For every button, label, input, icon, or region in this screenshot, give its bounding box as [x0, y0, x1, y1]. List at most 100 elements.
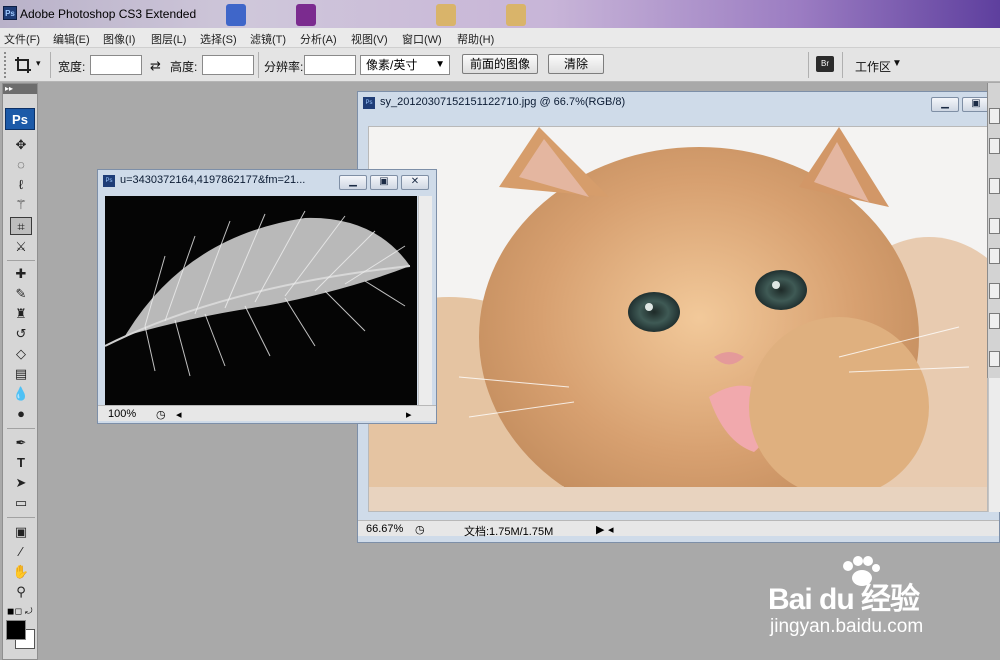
- crop-tool-icon[interactable]: ⌗: [10, 217, 32, 235]
- menu-layer[interactable]: 图层(L): [151, 31, 186, 47]
- document-size: 文档:1.75M/1.75M: [464, 526, 554, 538]
- pen-icon[interactable]: ✒: [10, 434, 32, 452]
- taskbar-icon: [226, 4, 246, 26]
- app-title: Adobe Photoshop CS3 Extended: [20, 7, 197, 21]
- eraser-icon[interactable]: ◇: [10, 345, 32, 363]
- crop-icon[interactable]: [14, 56, 32, 74]
- document-icon: Ps: [103, 175, 115, 187]
- scroll-right-icon[interactable]: ▸: [406, 408, 412, 421]
- close-button[interactable]: ✕: [401, 175, 429, 190]
- menu-help[interactable]: 帮助(H): [457, 31, 494, 47]
- status-menu-arrow-icon[interactable]: ▶: [596, 523, 604, 536]
- marquee-icon[interactable]: ◌: [10, 156, 32, 174]
- status-options-icon[interactable]: ◷: [156, 408, 166, 421]
- dodge-icon[interactable]: ●: [10, 405, 32, 423]
- workspace-label[interactable]: 工作区: [855, 58, 891, 75]
- width-field[interactable]: [90, 55, 142, 75]
- menu-filter[interactable]: 滤镜(T): [250, 31, 286, 47]
- tool-preset-arrow-icon[interactable]: ▾: [36, 58, 41, 69]
- menu-image[interactable]: 图像(I): [103, 31, 135, 47]
- notes-icon[interactable]: ▣: [10, 523, 32, 541]
- zoom-level[interactable]: 100%: [108, 408, 136, 420]
- zoom-icon[interactable]: ⚲: [10, 583, 32, 601]
- baidu-watermark: Bai du 经验 jingyan.baidu.com: [768, 556, 993, 656]
- menu-file[interactable]: 文件(F): [4, 31, 40, 47]
- height-field[interactable]: [202, 55, 254, 75]
- panel-icon[interactable]: [989, 351, 1000, 367]
- document-title: sy_20120307152151122710.jpg @ 66.7%(RGB/…: [380, 96, 626, 108]
- feather-photo: [105, 210, 411, 377]
- separator: [842, 52, 843, 78]
- menu-select[interactable]: 选择(S): [200, 31, 237, 47]
- app-titlebar: Ps Adobe Photoshop CS3 Extended: [0, 0, 1000, 28]
- separator: [7, 260, 35, 261]
- path-selection-icon[interactable]: ➤: [10, 474, 32, 492]
- zoom-level[interactable]: 66.67%: [366, 523, 403, 535]
- toolbox: ▸▸ Ps ✥ ◌ ℓ ⚚ ⌗ ⚔ ✚ ✎ ♜ ↺ ◇ ▤ 💧 ● ✒ T ➤ …: [2, 83, 38, 660]
- hand-icon[interactable]: ✋: [10, 563, 32, 581]
- width-label: 宽度:: [58, 60, 86, 74]
- bridge-icon[interactable]: Br: [816, 56, 834, 72]
- panel-icon[interactable]: [989, 248, 1000, 264]
- status-bar: 100% ◷ ◂ ▸: [98, 405, 436, 421]
- swap-icon[interactable]: ⇄: [150, 58, 161, 74]
- panel-icon[interactable]: [989, 138, 1000, 154]
- watermark-brand: Bai du 经验: [768, 583, 920, 616]
- resolution-unit-value: 像素/英寸: [366, 58, 418, 72]
- menu-window[interactable]: 窗口(W): [402, 31, 442, 47]
- cat-photo: [369, 127, 987, 511]
- maximize-button[interactable]: ▣: [370, 175, 398, 190]
- separator: [7, 428, 35, 429]
- front-image-button[interactable]: 前面的图像: [462, 54, 538, 74]
- taskbar-icon: [436, 4, 456, 26]
- minimize-button[interactable]: ▁: [931, 97, 959, 112]
- document-icon: Ps: [363, 97, 375, 109]
- menu-view[interactable]: 视图(V): [351, 31, 388, 47]
- menu-edit[interactable]: 编辑(E): [53, 31, 90, 47]
- resolution-field[interactable]: [304, 55, 356, 75]
- workspace-chevron-icon[interactable]: ▼: [892, 58, 902, 69]
- panel-icon[interactable]: [989, 313, 1000, 329]
- minimize-button[interactable]: ▁: [339, 175, 367, 190]
- shape-icon[interactable]: ▭: [10, 494, 32, 512]
- maximize-button[interactable]: ▣: [962, 97, 990, 112]
- status-options-icon[interactable]: ◷: [415, 523, 425, 536]
- height-label: 高度:: [170, 60, 198, 74]
- watermark-url: jingyan.baidu.com: [770, 616, 924, 637]
- default-colors-icon[interactable]: ◼◻: [7, 606, 22, 617]
- slice-icon[interactable]: ⚔: [10, 238, 32, 256]
- options-grip[interactable]: [4, 52, 10, 78]
- type-icon[interactable]: T: [10, 454, 32, 472]
- photoshop-logo[interactable]: Ps: [5, 108, 35, 130]
- move-icon[interactable]: ✥: [10, 136, 32, 154]
- panel-icon[interactable]: [989, 108, 1000, 124]
- healing-brush-icon[interactable]: ✚: [10, 265, 32, 283]
- blur-icon[interactable]: 💧: [10, 385, 32, 403]
- brush-icon[interactable]: ✎: [10, 285, 32, 303]
- scroll-left-icon[interactable]: ◂: [176, 408, 182, 421]
- history-brush-icon[interactable]: ↺: [10, 325, 32, 343]
- panel-icon[interactable]: [989, 178, 1000, 194]
- scroll-left-icon[interactable]: ◂: [608, 523, 614, 536]
- canvas-feather-image[interactable]: [105, 196, 417, 405]
- clone-stamp-icon[interactable]: ♜: [10, 305, 32, 323]
- eyedropper-icon[interactable]: ⁄: [10, 543, 32, 561]
- clear-button[interactable]: 清除: [548, 54, 604, 74]
- panel-dock: [987, 83, 1000, 378]
- resolution-unit-select[interactable]: 像素/英寸 ▼: [360, 55, 450, 75]
- separator: [808, 52, 809, 78]
- swap-colors-icon[interactable]: ⤾: [25, 606, 33, 617]
- panel-icon[interactable]: [989, 218, 1000, 234]
- gradient-icon[interactable]: ▤: [10, 365, 32, 383]
- resolution-label: 分辨率:: [264, 60, 304, 74]
- vertical-scrollbar[interactable]: [418, 196, 432, 405]
- magic-wand-icon[interactable]: ⚚: [10, 196, 32, 214]
- document-window-cat[interactable]: Ps sy_20120307152151122710.jpg @ 66.7%(R…: [357, 91, 1000, 543]
- toolbox-grip[interactable]: ▸▸: [3, 84, 37, 94]
- document-window-feather[interactable]: Ps u=3430372164,4197862177&fm=21... ▁ ▣ …: [97, 169, 437, 424]
- panel-icon[interactable]: [989, 283, 1000, 299]
- menu-analysis[interactable]: 分析(A): [300, 31, 337, 47]
- foreground-color-swatch[interactable]: [6, 620, 26, 640]
- canvas-cat-image[interactable]: [368, 126, 988, 512]
- lasso-icon[interactable]: ℓ: [10, 176, 32, 194]
